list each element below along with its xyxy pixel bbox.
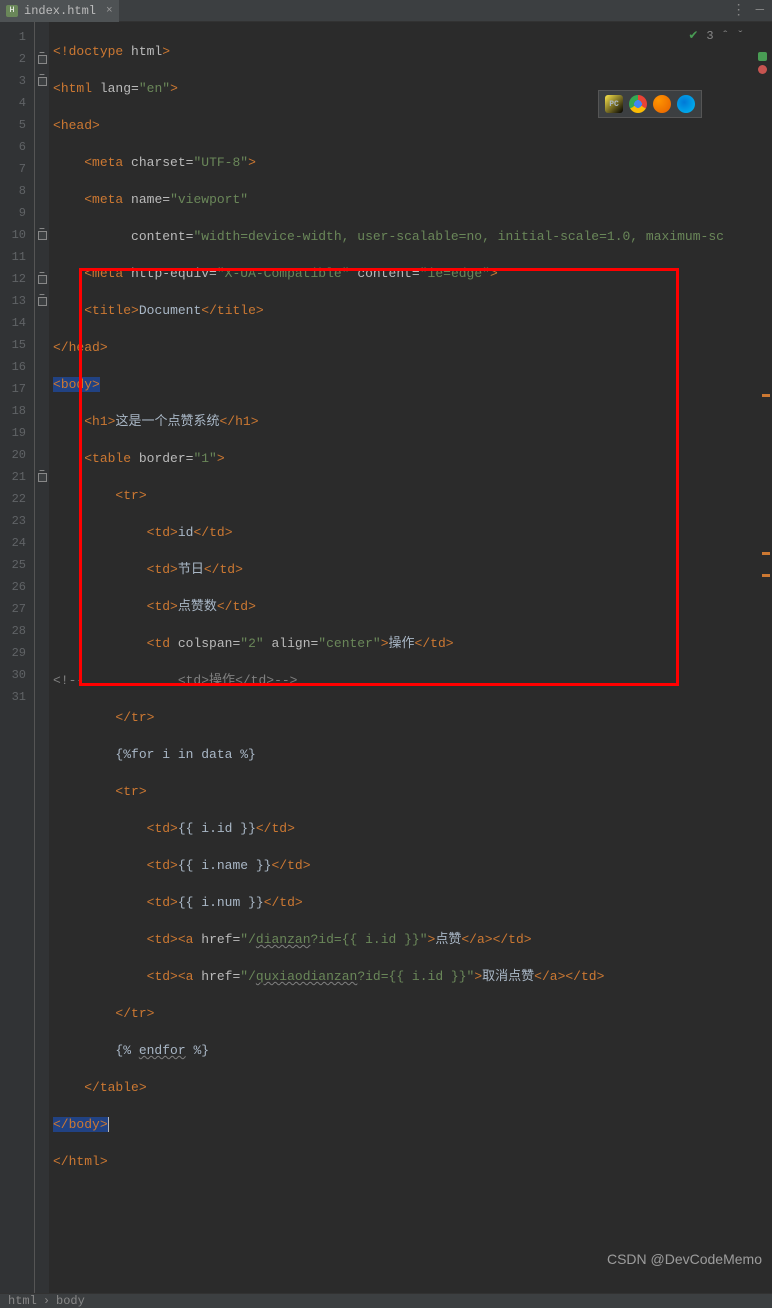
check-icon: ✔ — [688, 28, 698, 43]
chrome-icon[interactable] — [629, 95, 647, 113]
chevron-up-icon[interactable]: ˆ — [722, 29, 729, 43]
browser-preview-bar: PC — [598, 90, 702, 118]
line-number-gutter: 1234567891011121314151617181920212223242… — [0, 22, 35, 1293]
file-tab[interactable]: H index.html × — [0, 0, 119, 22]
html-file-icon: H — [6, 5, 18, 17]
watermark: CSDN @DevCodeMemo — [607, 1251, 762, 1267]
fold-icon[interactable] — [35, 48, 49, 70]
breadcrumb-item[interactable]: body — [56, 1294, 85, 1308]
breadcrumb: html › body — [0, 1293, 772, 1308]
fold-column — [35, 22, 49, 1293]
chevron-right-icon: › — [43, 1294, 50, 1308]
warning-marker[interactable] — [762, 574, 770, 577]
more-icon[interactable]: ⋮ — [732, 2, 746, 19]
fold-icon[interactable] — [35, 290, 49, 312]
editor-area: 1234567891011121314151617181920212223242… — [0, 22, 772, 1293]
status-error-icon — [758, 65, 767, 74]
warning-marker[interactable] — [762, 552, 770, 555]
close-icon[interactable]: × — [106, 5, 113, 17]
highlight-annotation — [79, 268, 679, 686]
error-stripe — [756, 52, 768, 78]
ide-preview-icon[interactable]: PC — [605, 95, 623, 113]
inspection-widget[interactable]: ✔ 3 ˆ ˇ — [688, 28, 744, 43]
status-ok-icon — [758, 52, 767, 61]
fold-icon[interactable] — [35, 224, 49, 246]
tab-bar: H index.html × ⋮ — — [0, 0, 772, 22]
firefox-icon[interactable] — [653, 95, 671, 113]
edge-icon[interactable] — [677, 95, 695, 113]
fold-icon[interactable] — [35, 70, 49, 92]
code-editor[interactable]: <!doctype html> <html lang="en"> <head> … — [49, 22, 772, 1293]
chevron-down-icon[interactable]: ˇ — [737, 29, 744, 43]
fold-icon[interactable] — [35, 466, 49, 488]
hide-icon[interactable]: — — [756, 2, 764, 19]
warning-marker[interactable] — [762, 394, 770, 397]
warning-count: 3 — [706, 29, 713, 43]
breadcrumb-item[interactable]: html — [8, 1294, 37, 1308]
fold-icon[interactable] — [35, 268, 49, 290]
tab-filename: index.html — [24, 4, 96, 18]
